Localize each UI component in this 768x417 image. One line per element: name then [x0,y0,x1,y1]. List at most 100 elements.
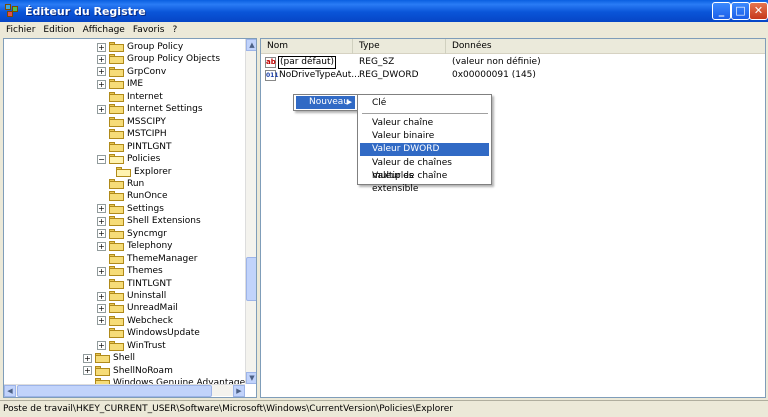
tree-expander-icon[interactable]: + [97,104,106,114]
list-row[interactable]: ab (par défaut) REG_SZ (valeur non défin… [261,56,765,69]
tree-item[interactable]: RunOnce [97,190,168,202]
horizontal-scrollbar[interactable]: ◀ ▶ [4,384,245,397]
vertical-scroll-thumb[interactable] [246,257,256,301]
context-menu: Nouveau ▶ [293,94,358,111]
tree-item[interactable]: Explorer [116,166,171,178]
registry-tree-pane[interactable]: + Group Policy + Group Policy Objects + GrpCo… [3,38,257,398]
tree-item-label: GrpConv [127,66,167,77]
folder-icon [109,328,124,339]
folder-icon [109,340,124,351]
tree-item[interactable]: + Telephony [97,240,173,252]
menu-item-cle[interactable]: Clé [360,97,489,110]
tree-item-label: Uninstall [127,291,167,301]
tree-item[interactable]: + Internet Settings [97,103,203,115]
submenu-arrow-icon: ▶ [346,98,352,106]
tree-item-label: ThemeManager [127,253,198,264]
registry-editor-icon [4,3,20,19]
tree-expander-icon[interactable]: + [83,366,92,376]
value-name: NoDriveTypeAut... [279,70,360,80]
tree-item[interactable]: Internet [97,91,163,103]
folder-icon [116,166,131,177]
tree-item[interactable]: + Group Policy [97,41,183,53]
maximize-button[interactable]: □ [731,2,750,20]
tree-item[interactable]: TINTLGNT [97,278,172,290]
tree-item[interactable]: + UnreadMail [97,302,178,314]
menu-item-valeur-binaire[interactable]: Valeur binaire [360,130,489,143]
tree-item[interactable]: + Shell Extensions [97,215,201,227]
tree-item[interactable]: − Policies [97,153,160,165]
tree-expander-icon[interactable]: + [97,241,106,251]
tree-item-label: TINTLGNT [127,278,172,289]
tree-expander-icon[interactable]: + [97,67,106,77]
minimize-button[interactable]: _ [712,2,731,20]
tree-item-label: WinTrust [127,340,166,351]
column-data-header[interactable]: Données [446,39,765,54]
folder-icon [109,291,124,301]
folder-icon [109,315,124,326]
menu-item-valeur-chaine[interactable]: Valeur chaîne [360,117,489,130]
vertical-scrollbar[interactable]: ▲ ▼ [245,39,256,384]
menu-favoris[interactable]: Favoris [129,25,169,35]
horizontal-scroll-thumb[interactable] [17,385,212,397]
new-submenu: Clé Valeur chaîne Valeur binaire Valeur … [357,94,492,194]
tree-item-label: Syncmgr [127,228,167,239]
tree-item[interactable]: + Shell [83,352,135,364]
close-button[interactable]: ✕ [749,2,768,20]
menu-help[interactable]: ? [168,25,181,35]
tree-item[interactable]: MSSCIPY [97,116,166,128]
folder-icon [109,54,124,65]
tree-item[interactable]: + WinTrust [97,340,166,352]
tree-expander-icon[interactable]: + [97,341,106,351]
menu-affichage[interactable]: Affichage [79,25,129,35]
menu-item-valeur-dword[interactable]: Valeur DWORD [360,143,489,156]
tree-item[interactable]: + Group Policy Objects [97,53,220,65]
tree-item[interactable]: + Webcheck [97,315,173,327]
menu-fichier[interactable]: Fichier [2,25,39,35]
tree-item[interactable]: MSTCIPH [97,128,167,140]
tree-expander-icon[interactable]: + [97,204,106,214]
tree-expander-icon[interactable]: + [97,303,106,313]
tree-item-label: IME [127,79,144,90]
tree-expander-icon[interactable]: + [97,291,106,301]
tree-expander-icon[interactable]: − [97,154,106,164]
menu-item-valeur-chaines-multiples[interactable]: Valeur de chaînes multiples [360,157,489,181]
tree-expander-icon[interactable]: + [97,42,106,52]
status-bar: Poste de travail\HKEY_CURRENT_USER\Softw… [0,400,768,417]
folder-icon [95,365,110,376]
tree-item[interactable]: WindowsUpdate [97,327,200,339]
values-list-pane[interactable]: Nom Type Données ab (par défaut) REG_SZ … [260,38,766,398]
tree-item[interactable]: + IME [97,78,143,90]
value-name: (par défaut) [278,56,336,69]
tree-item[interactable]: + GrpConv [97,66,166,78]
title-bar[interactable]: Éditeur du Registre _ □ ✕ [0,0,768,22]
tree-expander-icon[interactable]: + [97,79,106,89]
tree-item[interactable]: + Themes [97,265,163,277]
tree-expander-icon[interactable]: + [97,216,106,226]
menu-item-valeur-chaine-extensible[interactable]: Valeur de chaîne extensible [360,170,489,194]
tree-item[interactable]: ThemeManager [97,253,198,265]
tree-item[interactable]: + ShellNoRoam [83,365,173,377]
tree-expander-icon[interactable]: + [97,54,106,64]
tree-item-label: RunOnce [127,191,168,202]
tree-expander-icon[interactable]: + [83,353,92,363]
tree-item-label: Internet [127,91,163,102]
tree-item[interactable]: + Syncmgr [97,228,167,240]
tree-item-label: UnreadMail [127,303,178,314]
scroll-up-button[interactable]: ▲ [246,39,256,51]
list-row[interactable]: 011 NoDriveTypeAut... REG_DWORD 0x000000… [261,69,765,82]
scroll-right-button[interactable]: ▶ [233,385,245,397]
tree-item[interactable]: + Uninstall [97,290,166,302]
tree-item[interactable]: + Settings [97,203,164,215]
menu-edition[interactable]: Edition [39,25,78,35]
value-type: REG_SZ [359,57,395,67]
menu-item-nouveau[interactable]: Nouveau ▶ [296,96,355,109]
tree-expander-icon[interactable]: + [97,316,106,326]
tree-item[interactable]: Run [97,178,144,190]
tree-item[interactable]: PINTLGNT [97,141,172,153]
column-type-header[interactable]: Type [353,39,446,54]
tree-expander-icon[interactable]: + [97,229,106,239]
scroll-down-button[interactable]: ▼ [246,372,256,384]
tree-expander-icon[interactable]: + [97,266,106,276]
scroll-left-button[interactable]: ◀ [4,385,16,397]
column-name-header[interactable]: Nom [261,39,353,54]
